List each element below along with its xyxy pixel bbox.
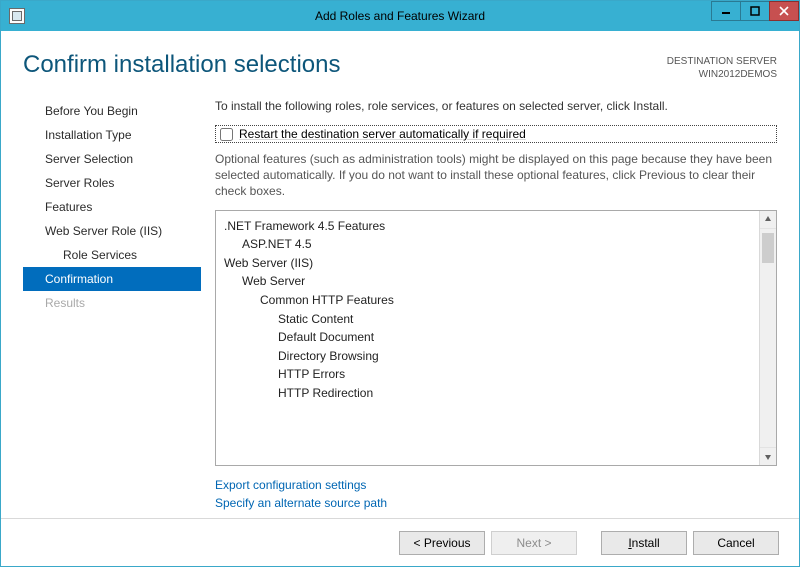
scroll-track[interactable] — [760, 228, 776, 448]
previous-button[interactable]: < Previous — [399, 531, 485, 555]
window-controls — [712, 1, 799, 21]
feature-item: Web Server — [224, 272, 751, 291]
maximize-button[interactable] — [740, 1, 770, 21]
destination-label: DESTINATION SERVER — [667, 55, 777, 68]
feature-item: .NET Framework 4.5 Features — [224, 217, 751, 236]
feature-item: HTTP Errors — [224, 365, 751, 384]
feature-item: ASP.NET 4.5 — [224, 235, 751, 254]
features-listbox: .NET Framework 4.5 FeaturesASP.NET 4.5We… — [215, 210, 777, 466]
next-button[interactable]: Next > — [491, 531, 577, 555]
wizard-step[interactable]: Server Roles — [23, 171, 201, 195]
close-button[interactable] — [769, 1, 799, 21]
alternate-source-link[interactable]: Specify an alternate source path — [215, 494, 777, 512]
main-panel: To install the following roles, role ser… — [201, 99, 777, 518]
wizard-footer: < Previous Next > Install Cancel — [1, 518, 799, 566]
scroll-down-icon[interactable] — [760, 448, 776, 465]
feature-item: Default Document — [224, 328, 751, 347]
intro-text: To install the following roles, role ser… — [215, 99, 777, 113]
app-icon — [9, 8, 25, 24]
minimize-button[interactable] — [711, 1, 741, 21]
feature-item: Common HTTP Features — [224, 291, 751, 310]
wizard-steps: Before You BeginInstallation TypeServer … — [23, 99, 201, 518]
wizard-step: Results — [23, 291, 201, 315]
wizard-step[interactable]: Confirmation — [23, 267, 201, 291]
optional-features-note: Optional features (such as administratio… — [215, 151, 777, 200]
install-button[interactable]: Install — [601, 531, 687, 555]
page-header: Confirm installation selections DESTINAT… — [23, 51, 777, 81]
window-title: Add Roles and Features Wizard — [1, 9, 799, 23]
titlebar: Add Roles and Features Wizard — [1, 1, 799, 31]
wizard-step[interactable]: Features — [23, 195, 201, 219]
feature-item: Directory Browsing — [224, 347, 751, 366]
wizard-step[interactable]: Before You Begin — [23, 99, 201, 123]
destination-server: DESTINATION SERVER WIN2012DEMOS — [667, 55, 777, 81]
restart-label[interactable]: Restart the destination server automatic… — [239, 127, 526, 141]
export-settings-link[interactable]: Export configuration settings — [215, 476, 777, 494]
destination-name: WIN2012DEMOS — [667, 68, 777, 81]
page-title: Confirm installation selections — [23, 51, 340, 79]
wizard-step[interactable]: Web Server Role (IIS) — [23, 219, 201, 243]
restart-option[interactable]: Restart the destination server automatic… — [215, 125, 777, 143]
restart-checkbox[interactable] — [220, 128, 233, 141]
feature-item: Static Content — [224, 310, 751, 329]
features-items: .NET Framework 4.5 FeaturesASP.NET 4.5We… — [216, 211, 759, 465]
wizard-step[interactable]: Role Services — [23, 243, 201, 267]
wizard-step[interactable]: Installation Type — [23, 123, 201, 147]
feature-item: Web Server (IIS) — [224, 254, 751, 273]
feature-item: HTTP Redirection — [224, 384, 751, 403]
scrollbar[interactable] — [759, 211, 776, 465]
scroll-up-icon[interactable] — [760, 211, 776, 228]
action-links: Export configuration settings Specify an… — [215, 476, 777, 512]
cancel-button[interactable]: Cancel — [693, 531, 779, 555]
scroll-thumb[interactable] — [762, 233, 774, 263]
wizard-step[interactable]: Server Selection — [23, 147, 201, 171]
